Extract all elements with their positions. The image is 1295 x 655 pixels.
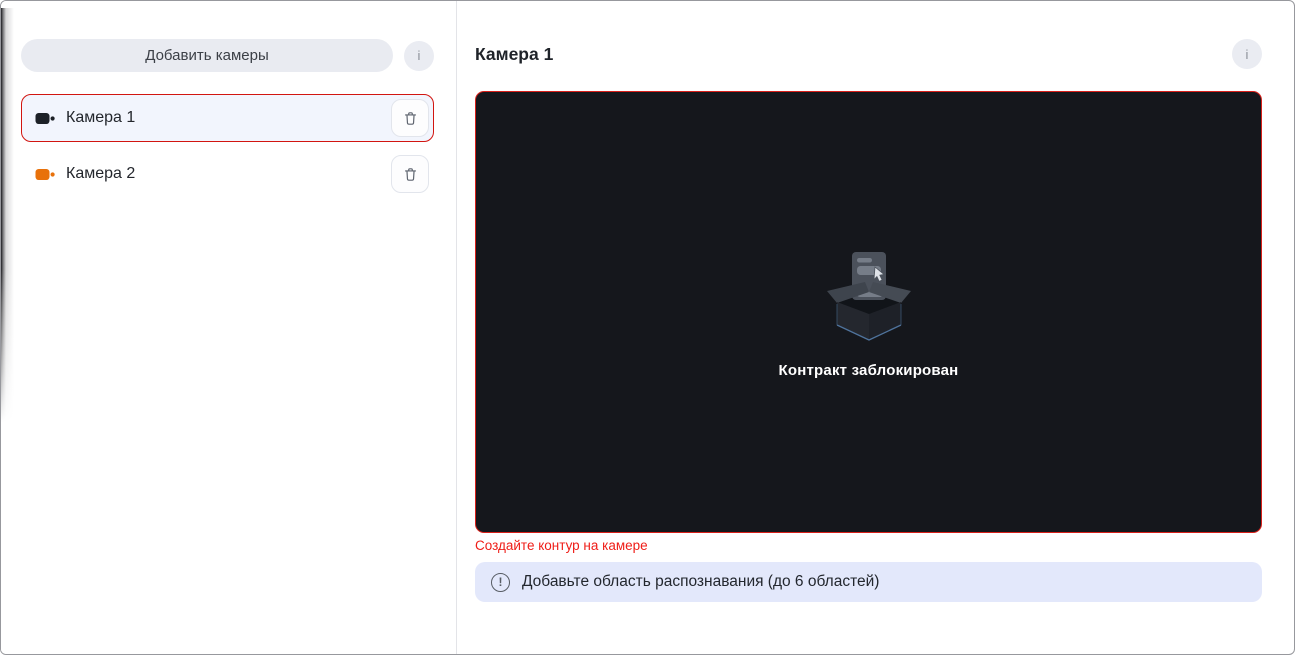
detail-header: Камера 1 i: [475, 37, 1262, 71]
banner-text: Добавьте область распознавания (до 6 обл…: [522, 573, 880, 590]
camera-detail-panel: Камера 1 i Контракт заблокирован Создайт…: [457, 1, 1294, 654]
page-title: Камера 1: [475, 43, 554, 64]
camera-list-item-2[interactable]: Камера 2: [21, 150, 434, 198]
add-cameras-button[interactable]: Добавить камеры: [21, 39, 393, 72]
app-window: Добавить камеры i Камера 1 Камера 2 Каме…: [0, 0, 1295, 655]
circle-exclamation-icon: !: [491, 572, 510, 592]
camera-list-item-1[interactable]: Камера 1: [21, 94, 434, 142]
locked-contract-illustration: [826, 251, 911, 341]
camera-preview[interactable]: Контракт заблокирован: [475, 91, 1262, 533]
preview-status-message: Контракт заблокирован: [778, 361, 959, 379]
camera-item-label: Камера 2: [66, 165, 136, 182]
sidebar-toolbar: Добавить камеры i: [21, 39, 434, 72]
camera-item-label: Камера 1: [66, 109, 136, 126]
camera-list: Камера 1 Камера 2: [21, 94, 434, 198]
camera-icon: [35, 168, 55, 180]
trash-icon: [404, 111, 416, 125]
contour-error-text: Создайте контур на камере: [475, 538, 648, 553]
delete-camera-button[interactable]: [391, 155, 429, 193]
camera-icon: [35, 112, 55, 124]
camera-sidebar: Добавить камеры i Камера 1 Камера 2: [1, 1, 457, 654]
detail-info-button[interactable]: i: [1232, 39, 1262, 69]
sidebar-info-button[interactable]: i: [404, 40, 434, 71]
recognition-area-banner: ! Добавьте область распознавания (до 6 о…: [475, 562, 1262, 602]
trash-icon: [404, 167, 416, 181]
delete-camera-button[interactable]: [391, 99, 429, 137]
